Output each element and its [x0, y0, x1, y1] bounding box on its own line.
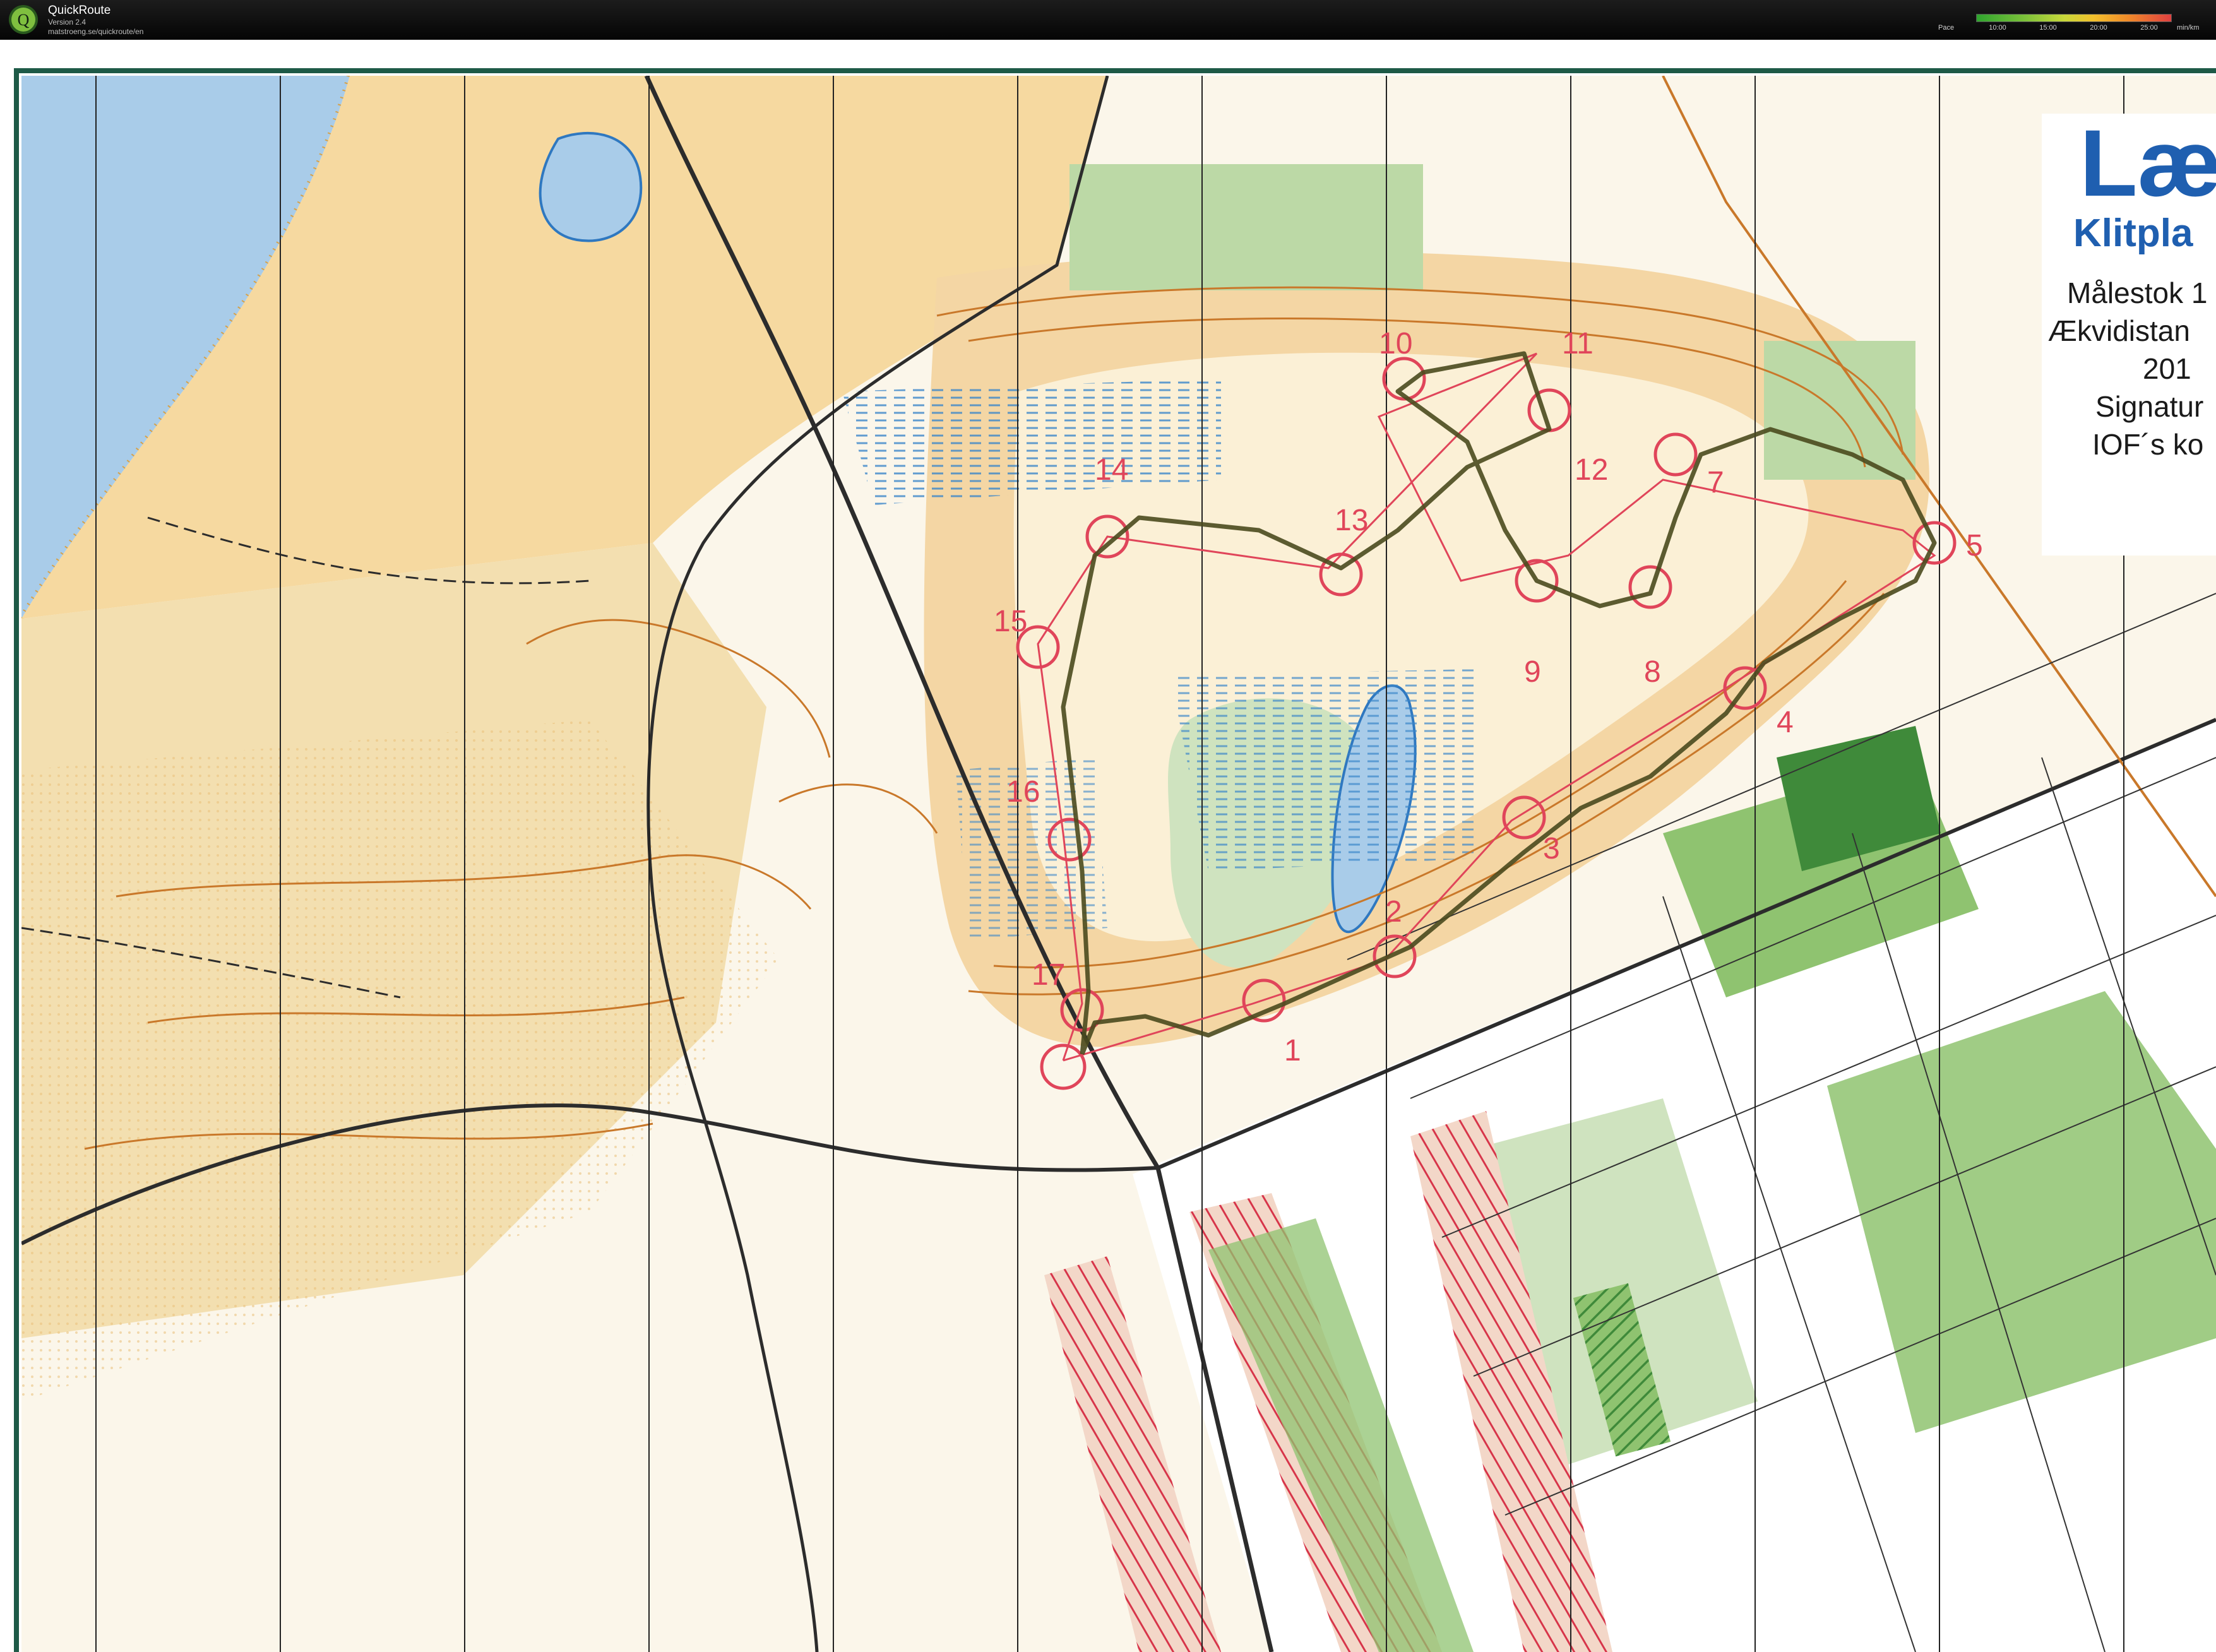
control-number: 16 [1006, 775, 1040, 809]
map-info-line: Signatur [2095, 390, 2203, 423]
marsh-area [1171, 669, 1474, 871]
map-info-line: Målestok 1 [2067, 276, 2207, 309]
control-number: 12 [1575, 453, 1608, 487]
control-number: 1 [1284, 1034, 1301, 1067]
control-number: 15 [994, 605, 1027, 638]
control-number: 17 [1032, 958, 1065, 992]
control-number: 11 [1562, 327, 1593, 360]
pace-tick: 15:00 [2039, 24, 2057, 32]
orienteering-map[interactable]: 1 2 3 4 5 7 8 9 10 11 12 13 14 15 16 17 … [21, 76, 2216, 1652]
map-info-line: IOF´s ko [2092, 428, 2203, 461]
control-number: 4 [1777, 706, 1794, 739]
map-title: Læs [2080, 110, 2216, 216]
map-info-line: 201 [2143, 352, 2191, 385]
pond [539, 131, 643, 242]
pace-legend-unit: min/km [2177, 24, 2200, 32]
pace-tick: 10:00 [1989, 24, 2006, 32]
control-number: 10 [1379, 327, 1412, 360]
control-number: 5 [1966, 529, 1983, 562]
pace-color-scale [1976, 14, 2172, 22]
quickroute-logo-icon: Q [9, 5, 38, 34]
control-number: 13 [1335, 504, 1368, 537]
control-number: 9 [1524, 655, 1541, 689]
title-bar: Q QuickRoute Version 2.4 matstroeng.se/q… [0, 0, 2216, 40]
pace-tick: 20:00 [2090, 24, 2107, 32]
app-url-link[interactable]: matstroeng.se/quickroute/en [48, 27, 143, 36]
control-number: 14 [1095, 453, 1128, 487]
map-info-line: Ækvidistan [2048, 314, 2190, 347]
control-number: 8 [1644, 655, 1661, 689]
map-title-block: Læs Klitpla Målestok 1 Ækvidistan 201 Si… [2042, 110, 2216, 556]
control-number: 2 [1385, 895, 1402, 929]
pace-legend-label: Pace [1938, 24, 1955, 32]
svg-text:Q: Q [18, 11, 30, 29]
green-field [1069, 164, 1423, 290]
control-number: 3 [1543, 832, 1560, 865]
control-number: 7 [1707, 466, 1724, 499]
pace-legend: Pace 10:00 15:00 20:00 25:00 min/km [1938, 11, 2203, 34]
map-subtitle: Klitpla [2073, 211, 2193, 255]
app-version: Version 2.4 [48, 18, 86, 27]
pace-tick: 25:00 [2140, 24, 2158, 32]
app-title: QuickRoute [48, 4, 111, 17]
